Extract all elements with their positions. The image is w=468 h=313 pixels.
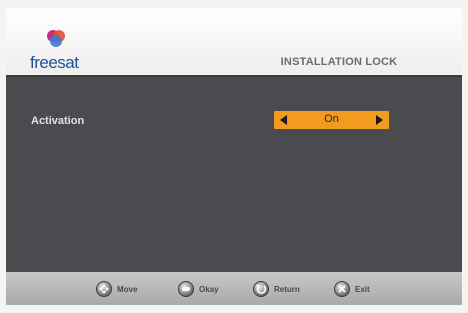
exit-hint: Exit (334, 279, 370, 299)
exit-icon (334, 281, 350, 297)
logo-text: freesat (30, 53, 79, 72)
exit-label: Exit (355, 284, 370, 294)
ok-icon (178, 281, 194, 297)
activation-value: On (324, 113, 339, 125)
okay-label: Okay (199, 284, 219, 294)
dpad-icon (96, 281, 112, 297)
page-title: INSTALLATION LOCK (280, 56, 398, 68)
button-legend-bar: Move Okay Return Exit (6, 272, 462, 305)
activation-label: Activation (31, 115, 85, 127)
return-icon (253, 281, 269, 297)
freesat-logo: freesat (30, 28, 90, 72)
arrow-right-icon[interactable] (376, 115, 383, 125)
header-bar: freesat INSTALLATION LOCK (6, 8, 462, 74)
activation-selector[interactable]: On (274, 111, 389, 129)
settings-panel: Activation On (6, 75, 462, 274)
tv-screen: freesat INSTALLATION LOCK Activation On … (0, 0, 468, 313)
move-hint: Move (96, 279, 137, 299)
return-label: Return (274, 284, 300, 294)
logo-mark-icon (47, 30, 65, 47)
return-hint: Return (253, 279, 300, 299)
move-label: Move (117, 284, 138, 294)
okay-hint: Okay (178, 279, 219, 299)
